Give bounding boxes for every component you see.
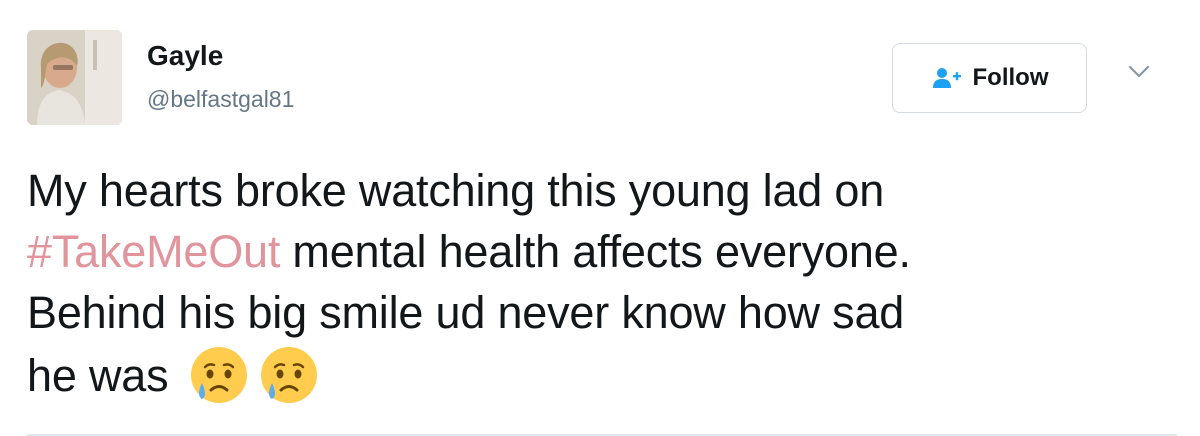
tweet-text-segment: mental health affects everyone.: [280, 226, 911, 277]
crying-face-emoji: [257, 343, 321, 407]
display-name[interactable]: Gayle: [147, 38, 223, 74]
avatar[interactable]: [27, 30, 122, 125]
tweet-text: My hearts broke watching this young lad …: [27, 160, 1177, 407]
follow-button-label: Follow: [972, 64, 1049, 91]
username[interactable]: @belfastgal81: [147, 84, 294, 114]
tweet-text-segment: he was: [27, 350, 181, 401]
hashtag-link[interactable]: #TakeMeOut: [27, 226, 280, 277]
tweet-text-line: #TakeMeOut mental health affects everyon…: [27, 221, 1177, 282]
crying-face-emoji: [187, 343, 251, 407]
tweet-text-line: he was: [27, 343, 1177, 407]
chevron-down-icon[interactable]: [1127, 63, 1151, 81]
follow-button[interactable]: Follow: [892, 43, 1087, 113]
add-user-icon: [931, 66, 961, 90]
tweet-card: Gayle @belfastgal81 Follow My hearts bro…: [0, 0, 1200, 436]
tweet-text-line: Behind his big smile ud never know how s…: [27, 287, 905, 338]
tweet-text-line: My hearts broke watching this young lad …: [27, 165, 885, 216]
avatar-image: [27, 30, 122, 125]
